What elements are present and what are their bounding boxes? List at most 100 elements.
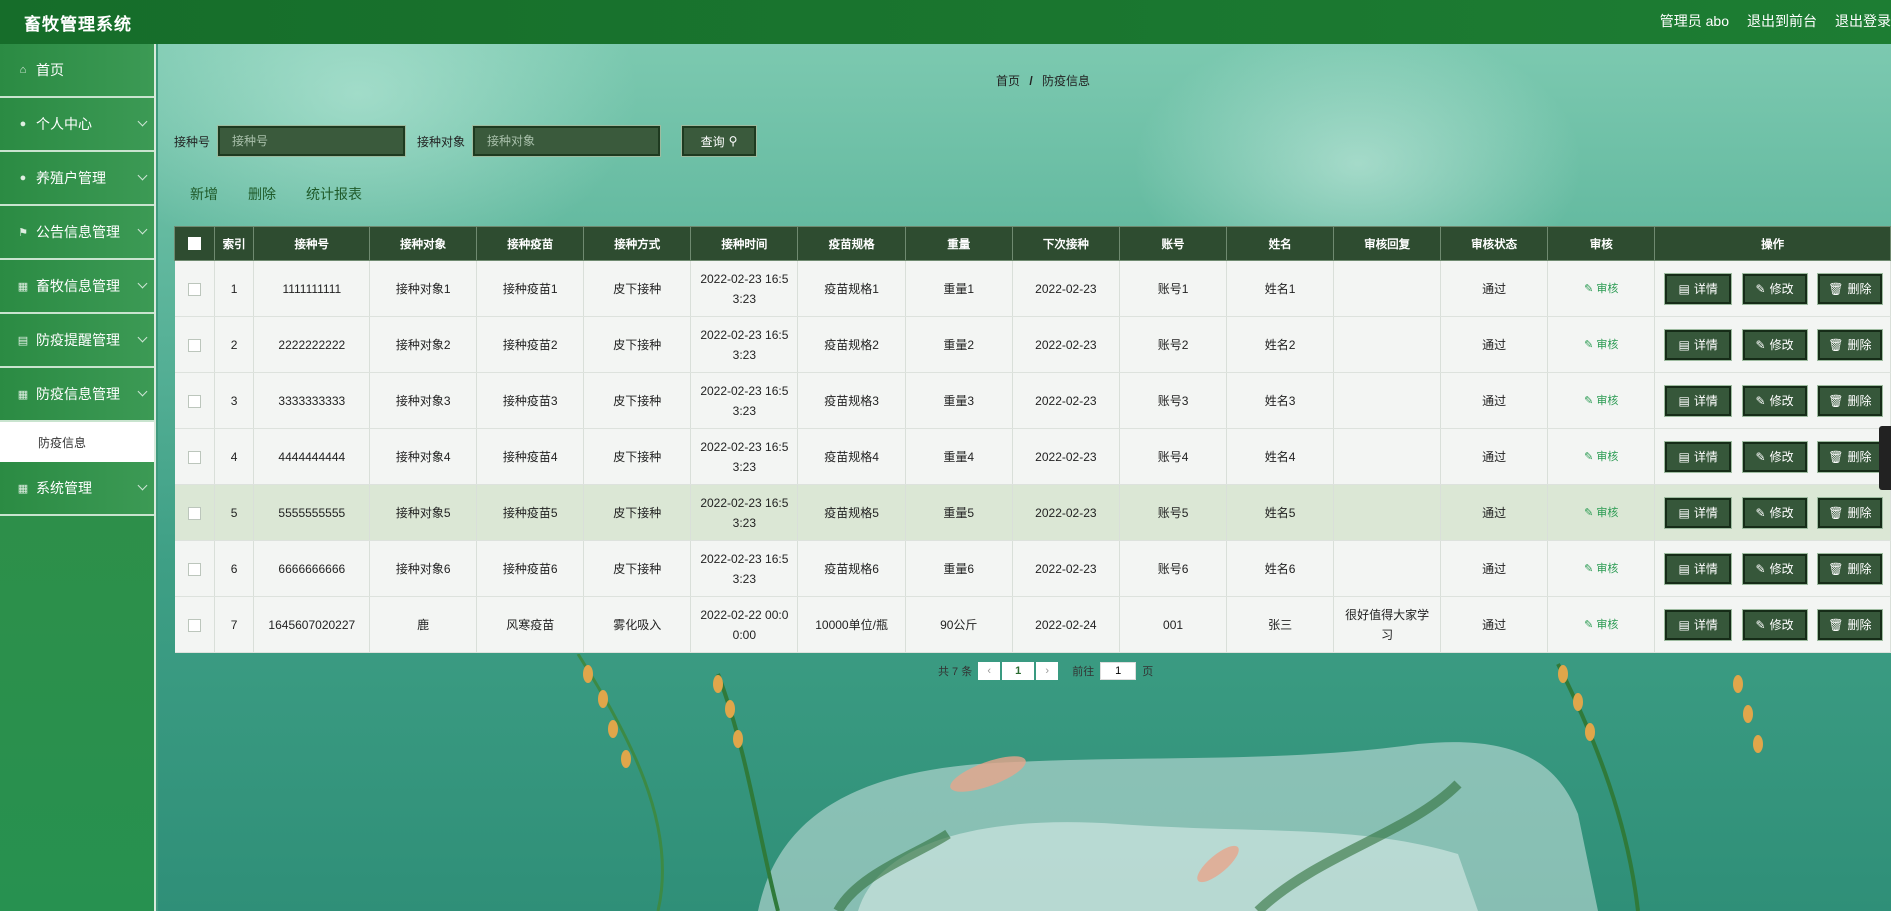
audit-cell: ✎ 审核 [1547, 372, 1656, 429]
detail-button[interactable]: ▤ 详情 [1664, 272, 1733, 305]
audit-link[interactable]: ✎ 审核 [1584, 563, 1618, 575]
table-row[interactable]: 6 6666666666 接种对象6 接种疫苗6 皮下接种 2022-02-23 16:5… [174, 540, 1891, 597]
sidebar-item-personal-center[interactable]: ● 个人中心 [0, 98, 154, 152]
row-checkbox[interactable] [187, 282, 201, 296]
edit-button[interactable]: ✎ 修改 [1741, 552, 1808, 585]
delete-row-button[interactable]: 🗑 删除 [1816, 496, 1883, 529]
detail-label: 详情 [1693, 505, 1718, 520]
audit-link[interactable]: ✎ 审核 [1584, 451, 1618, 463]
cell-status: 通过 [1440, 316, 1549, 373]
cell-name: 姓名1 [1226, 260, 1335, 317]
table-header-row: 索引 接种号 接种对象 接种疫苗 接种方式 接种时间 疫苗规格 重量 下次接种 … [174, 226, 1891, 261]
delete-row-button[interactable]: 🗑 删除 [1816, 552, 1883, 585]
vaccination-no-input[interactable] [217, 125, 407, 157]
column-header: 接种号 [253, 226, 371, 261]
edit-button[interactable]: ✎ 修改 [1741, 608, 1808, 641]
cell-time: 2022-02-23 16:5 3:23 [690, 484, 799, 541]
side-drag-handle[interactable] [1879, 426, 1891, 490]
row-checkbox[interactable] [187, 450, 201, 464]
user-icon: ● [19, 118, 27, 130]
delete-row-button[interactable]: 🗑 删除 [1816, 272, 1883, 305]
select-all-checkbox[interactable] [187, 237, 201, 250]
edit-icon: ✎ [1755, 505, 1766, 520]
detail-label: 详情 [1693, 449, 1718, 464]
sidebar-item-farmer-management[interactable]: ● 养殖户管理 [0, 152, 154, 206]
prev-page-button[interactable]: ‹ [978, 662, 1001, 680]
column-header: 姓名 [1226, 226, 1335, 261]
sidebar-subitem-epidemic-info[interactable]: 防疫信息 [0, 422, 154, 462]
sidebar-item-epidemic-info-management[interactable]: ▦ 防疫信息管理 [0, 368, 154, 422]
edit-button[interactable]: ✎ 修改 [1741, 272, 1808, 305]
vaccination-target-input[interactable] [472, 125, 662, 157]
detail-button[interactable]: ▤ 详情 [1664, 552, 1733, 585]
cell-time: 2022-02-23 16:5 3:23 [690, 316, 799, 373]
page-unit-label: 页 [1142, 666, 1154, 678]
row-checkbox[interactable] [187, 562, 201, 576]
goto-page-input[interactable] [1100, 662, 1137, 680]
logout-link[interactable]: 退出登录 [1835, 11, 1891, 31]
detail-button[interactable]: ▤ 详情 [1664, 496, 1733, 529]
sidebar-item-system-management[interactable]: ▦ 系统管理 [0, 462, 154, 516]
cell-weight: 重量4 [905, 428, 1013, 485]
delete-row-button[interactable]: 🗑 删除 [1816, 384, 1883, 417]
select-all-cell [174, 226, 215, 261]
row-checkbox[interactable] [187, 506, 201, 520]
sidebar-item-epidemic-reminder-management[interactable]: ▤ 防疫提醒管理 [0, 314, 154, 368]
detail-label: 详情 [1693, 561, 1718, 576]
cell-vaccine: 风寒疫苗 [476, 596, 585, 653]
table-row[interactable]: 1 1111111111 接种对象1 接种疫苗1 皮下接种 2022-02-23 16:5… [174, 260, 1891, 317]
table-row[interactable]: 3 3333333333 接种对象3 接种疫苗3 皮下接种 2022-02-23 16:5… [174, 372, 1891, 429]
doc-icon: ▤ [17, 334, 29, 347]
table-row[interactable]: 2 2222222222 接种对象2 接种疫苗2 皮下接种 2022-02-23 16:5… [174, 316, 1891, 373]
edit-button[interactable]: ✎ 修改 [1741, 440, 1808, 473]
edit-button[interactable]: ✎ 修改 [1741, 384, 1808, 417]
audit-cell: ✎ 审核 [1547, 540, 1656, 597]
cell-spec: 疫苗规格5 [797, 484, 906, 541]
edit-icon: ✎ [1755, 449, 1766, 464]
row-checkbox[interactable] [187, 394, 201, 408]
delete-row-button[interactable]: 🗑 删除 [1816, 328, 1883, 361]
table-row[interactable]: 5 5555555555 接种对象5 接种疫苗5 皮下接种 2022-02-23 16:5… [174, 484, 1891, 541]
cell-vaccine: 接种疫苗4 [476, 428, 585, 485]
audit-link[interactable]: ✎ 审核 [1584, 283, 1618, 295]
detail-button[interactable]: ▤ 详情 [1664, 608, 1733, 641]
detail-button[interactable]: ▤ 详情 [1664, 328, 1733, 361]
home-icon: ⌂ [19, 64, 27, 76]
chevron-down-icon [137, 116, 148, 127]
cell-target: 接种对象3 [369, 372, 478, 429]
row-select-cell [174, 484, 215, 541]
sidebar-item-home[interactable]: ⌂ 首页 [0, 44, 154, 98]
table-row[interactable]: 7 1645607020227 鹿风寒疫苗 雾化吸入 2022-02-22 00:0 0… [174, 596, 1891, 653]
cell-vaccine: 接种疫苗1 [476, 260, 585, 317]
delete-button[interactable]: 删除 [248, 184, 276, 204]
audit-link[interactable]: ✎ 审核 [1584, 395, 1618, 407]
add-button[interactable]: 新增 [190, 184, 218, 204]
sidebar-item-notice-management[interactable]: ⚑ 公告信息管理 [0, 206, 154, 260]
delete-row-button[interactable]: 🗑 删除 [1816, 440, 1883, 473]
exit-to-front-link[interactable]: 退出到前台 [1747, 11, 1817, 31]
sidebar-item-livestock-management[interactable]: ▦ 畜牧信息管理 [0, 260, 154, 314]
audit-link[interactable]: ✎ 审核 [1584, 339, 1618, 351]
cell-time: 2022-02-23 16:5 3:23 [690, 260, 799, 317]
cell-method: 雾化吸入 [583, 596, 692, 653]
report-button[interactable]: 统计报表 [306, 184, 362, 204]
table-row[interactable]: 4 4444444444 接种对象4 接种疫苗4 皮下接种 2022-02-23 16:5… [174, 428, 1891, 485]
row-checkbox[interactable] [187, 338, 201, 352]
detail-button[interactable]: ▤ 详情 [1664, 440, 1733, 473]
cell-target: 接种对象2 [369, 316, 478, 373]
breadcrumb-home[interactable]: 首页 [996, 74, 1020, 88]
query-button[interactable]: 查询 ⚲ [681, 125, 758, 157]
edit-button[interactable]: ✎ 修改 [1741, 496, 1808, 529]
cell-vaccine: 接种疫苗3 [476, 372, 585, 429]
edit-button[interactable]: ✎ 修改 [1741, 328, 1808, 361]
delete-row-button[interactable]: 🗑 删除 [1816, 608, 1883, 641]
audit-link[interactable]: ✎ 审核 [1584, 507, 1618, 519]
current-page[interactable]: 1 [1002, 662, 1035, 680]
cell-target: 接种对象1 [369, 260, 478, 317]
cell-weight: 重量2 [905, 316, 1013, 373]
detail-button[interactable]: ▤ 详情 [1664, 384, 1733, 417]
row-checkbox[interactable] [187, 618, 201, 632]
next-page-button[interactable]: › [1036, 662, 1059, 680]
audit-link[interactable]: ✎ 审核 [1584, 619, 1618, 631]
detail-label: 详情 [1693, 337, 1718, 352]
